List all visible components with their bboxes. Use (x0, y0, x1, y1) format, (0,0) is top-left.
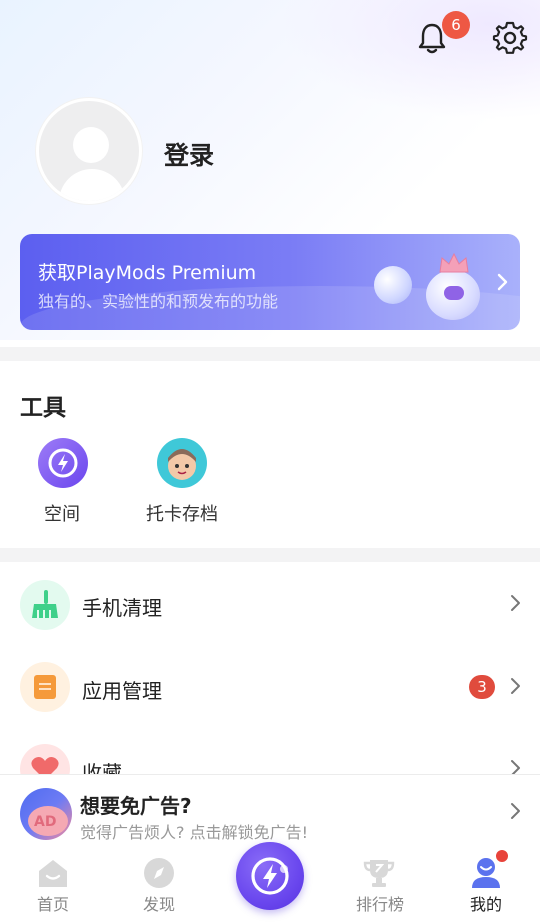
playmods-center-button[interactable] (236, 842, 304, 910)
playmods-center-icon (251, 857, 289, 895)
avatar[interactable] (36, 98, 142, 204)
tab-mine[interactable]: 我的 (456, 891, 516, 915)
compass-icon[interactable] (142, 856, 176, 890)
app-manage-icon (20, 662, 70, 712)
space-bolt-glyph (48, 448, 78, 478)
tab-home[interactable]: 首页 (23, 891, 83, 915)
section-divider (0, 548, 540, 562)
space-icon[interactable] (38, 438, 88, 488)
toca-save-icon[interactable] (157, 438, 207, 488)
home-icon[interactable] (36, 856, 70, 890)
chevron-right-icon[interactable] (506, 677, 524, 695)
ad-subtitle: 觉得广告烦人? 点击解锁免广告! (80, 823, 308, 842)
crown-icon (439, 252, 469, 273)
tab-discover[interactable]: 发现 (129, 891, 189, 915)
broom-icon (20, 580, 70, 630)
chevron-right-icon[interactable] (506, 594, 524, 612)
chevron-right-icon[interactable] (506, 802, 524, 820)
tool-space-label[interactable]: 空间 (30, 500, 94, 526)
broom-glyph (32, 590, 58, 618)
notification-badge: 6 (442, 11, 470, 39)
avatar-head-shape (73, 127, 109, 163)
section-divider (0, 347, 540, 361)
premium-subtitle: 独有的、实验性的和预发布的功能 (38, 292, 279, 311)
ad-title: 想要免广告? (80, 794, 192, 818)
tab-ranking[interactable]: 排行榜 (345, 891, 415, 915)
toca-face-glyph (168, 449, 196, 480)
avatar-body-shape (59, 169, 125, 201)
premium-title: 获取PlayMods Premium (38, 262, 257, 284)
chevron-right-icon (497, 273, 508, 291)
app-manage-glyph (34, 675, 56, 699)
profile-notification-dot (494, 848, 510, 864)
tools-section-title: 工具 (20, 395, 66, 421)
menu-app-manage[interactable]: 应用管理 (82, 675, 162, 704)
tool-toca-label[interactable]: 托卡存档 (136, 500, 228, 526)
ghost-face-decoration (444, 286, 464, 300)
app-manage-badge: 3 (469, 675, 495, 699)
gear-icon[interactable] (492, 19, 528, 55)
menu-phone-clean[interactable]: 手机清理 (82, 592, 162, 621)
ad-icon-text: AD (34, 814, 57, 830)
ad-pig-icon: AD (20, 788, 72, 840)
ghost-mascot-small (374, 266, 412, 304)
trophy-icon[interactable] (362, 856, 396, 890)
login-link[interactable]: 登录 (164, 136, 214, 172)
